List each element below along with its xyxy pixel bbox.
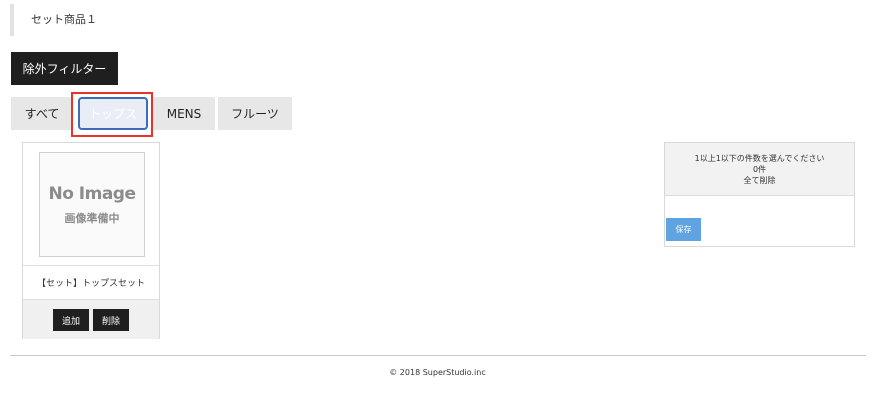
- clear-all-link[interactable]: 全て削除: [744, 175, 776, 186]
- set-title: セット商品１: [10, 4, 210, 36]
- tab-tops[interactable]: トップス: [78, 97, 148, 130]
- no-image-text: No Image: [48, 183, 136, 204]
- product-card: No Image 画像準備中 【セット】トップスセット 追加 削除: [22, 142, 160, 339]
- delete-button[interactable]: 削除: [93, 309, 129, 331]
- selection-count: 0件: [752, 164, 767, 174]
- tab-all[interactable]: すべて: [11, 97, 73, 130]
- product-name: 【セット】トップスセット: [36, 278, 145, 289]
- exclude-filter-button[interactable]: 除外フィルター: [11, 52, 118, 85]
- tab-fruits[interactable]: フルーツ: [218, 97, 292, 130]
- save-button[interactable]: 保存: [666, 218, 701, 241]
- product-actions: 追加 削除: [23, 299, 159, 339]
- add-button[interactable]: 追加: [53, 309, 89, 331]
- product-image-placeholder: No Image 画像準備中: [39, 152, 145, 257]
- selection-panel: 1以上1以下の件数を選んでください 0件 全て削除 保存: [664, 142, 855, 247]
- copyright-text: © 2018 SuperStudio.inc: [389, 368, 486, 377]
- selection-panel-header: 1以上1以下の件数を選んでください 0件 全て削除: [665, 143, 854, 196]
- selection-instruction: 1以上1以下の件数を選んでください: [694, 153, 825, 163]
- tab-mens[interactable]: MENS: [153, 97, 215, 130]
- page: セット商品１ 除外フィルター すべて トップス MENS フルーツ No Ima…: [0, 0, 875, 395]
- no-image-subtext: 画像準備中: [64, 211, 120, 225]
- footer-divider: [10, 355, 866, 356]
